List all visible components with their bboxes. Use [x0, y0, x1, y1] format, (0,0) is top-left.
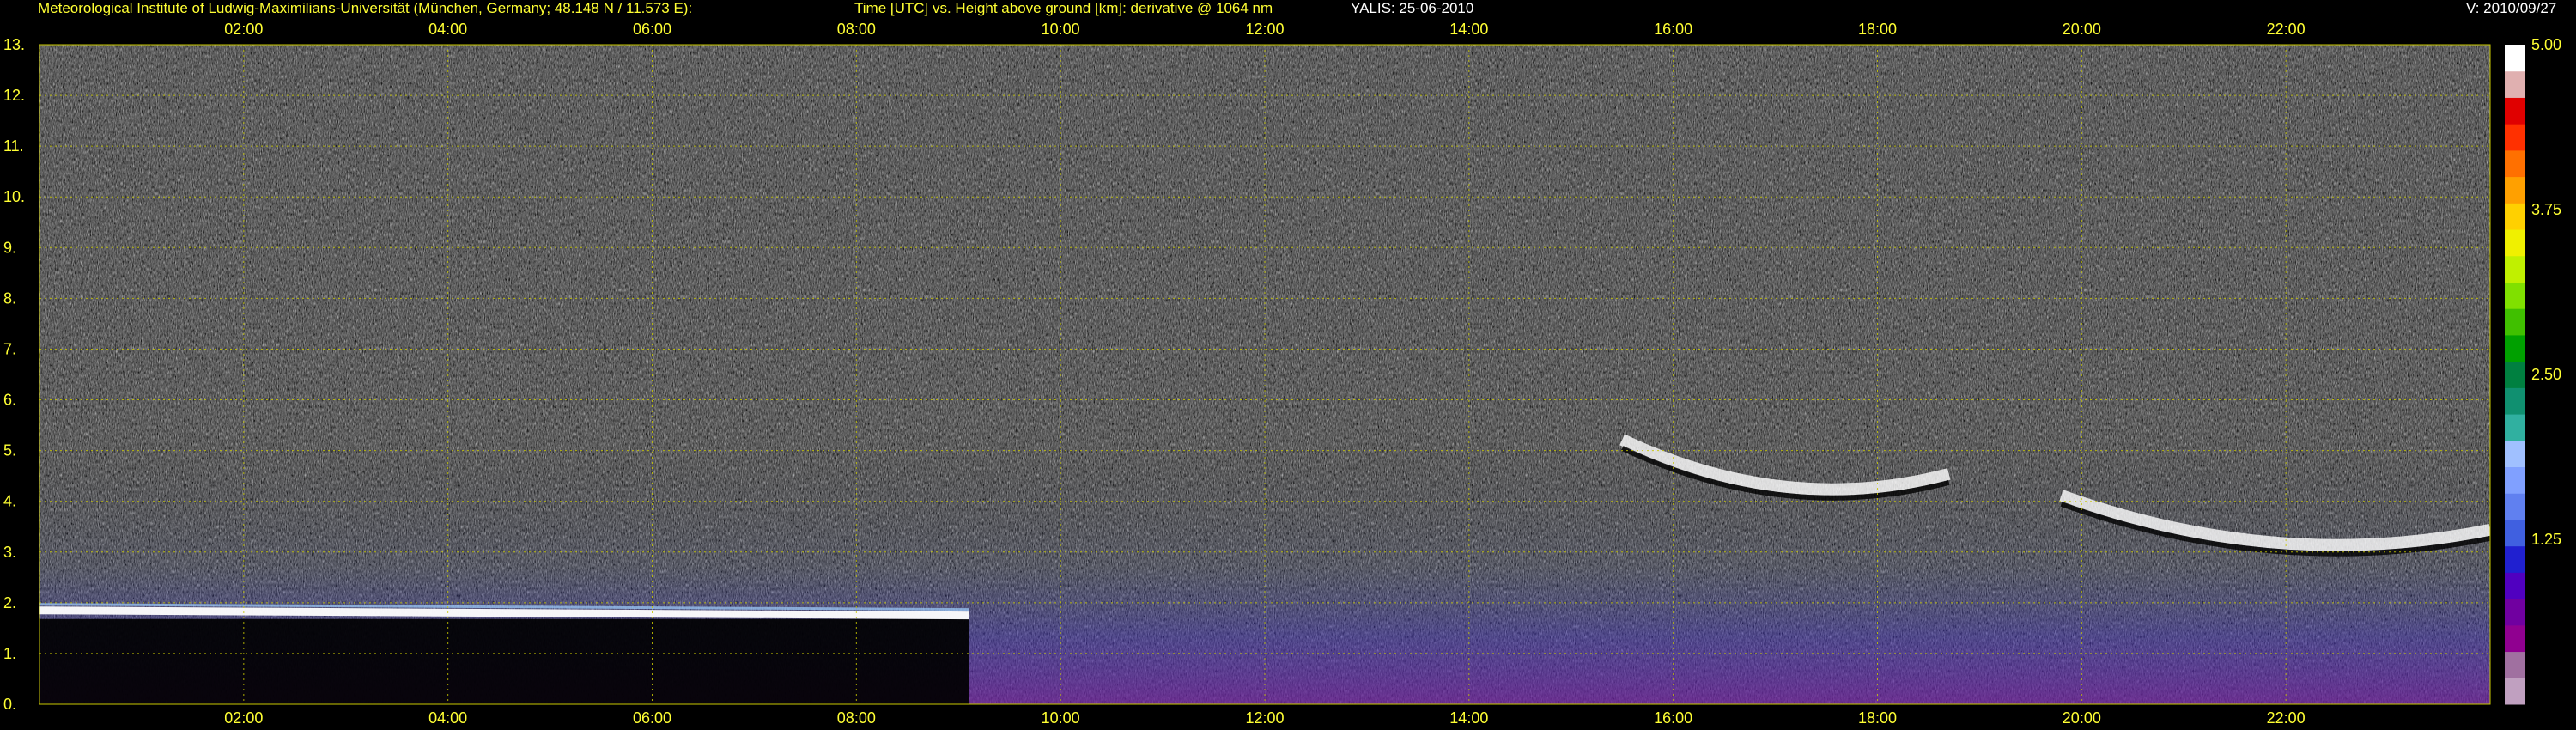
colorbar-segment [2505, 361, 2525, 388]
x-tick-label-top: 06:00 [633, 21, 671, 38]
colorbar-segment [2505, 545, 2525, 573]
x-tick-label-top: 04:00 [428, 21, 467, 38]
x-tick-label-top: 16:00 [1654, 21, 1692, 38]
colorbar-segment [2505, 387, 2525, 415]
colorbar-segment [2505, 440, 2525, 468]
x-tick-label-top: 02:00 [224, 21, 263, 38]
x-tick-label-top: 22:00 [2267, 21, 2306, 38]
colorbar-tick-label: 5.00 [2531, 36, 2561, 53]
colorbar-segment [2505, 466, 2525, 494]
x-tick-label-top: 18:00 [1858, 21, 1897, 38]
x-tick-label-bottom: 20:00 [2063, 709, 2101, 727]
colorbar-tick-label: 1.25 [2531, 531, 2561, 548]
x-tick-label-top: 08:00 [837, 21, 876, 38]
y-tick-labels: 0. 1. 2. 3. 4. 5. 6. 7. 8. 9. 10. 11. 12. 13. [3, 36, 25, 713]
y-tick-label: 6. [3, 392, 16, 409]
x-tick-label-bottom: 02:00 [224, 709, 263, 727]
x-tick-label-bottom: 10:00 [1042, 709, 1080, 727]
colorbar-segment [2505, 334, 2525, 362]
colorbar-segment [2505, 97, 2525, 125]
x-tick-label-bottom: 14:00 [1449, 709, 1488, 727]
colorbar-segment [2505, 203, 2525, 230]
y-tick-label: 12. [3, 87, 25, 104]
x-tick-labels-bottom: 02:00 04:00 06:00 08:00 10:00 12:00 14:00 16:00… [224, 709, 2305, 727]
x-tick-label-bottom: 06:00 [633, 709, 671, 727]
colorbar-segment [2505, 493, 2525, 520]
boundary-layer-top-line [39, 606, 969, 620]
y-tick-label: 3. [3, 544, 16, 561]
boundary-layer-fill [39, 618, 969, 704]
colorbar-segment [2505, 124, 2525, 151]
colorbar-segment [2505, 572, 2525, 599]
colorbar-segment [2505, 519, 2525, 547]
x-tick-label-bottom: 18:00 [1858, 709, 1897, 727]
y-tick-label: 4. [3, 493, 16, 510]
colorbar-segment [2505, 624, 2525, 653]
lidar-chart: 02:00 04:00 06:00 08:00 10:00 12:00 14:00 16:00… [3, 21, 2561, 727]
x-tick-label-top: 20:00 [2063, 21, 2101, 38]
colorbar-segment [2505, 176, 2525, 204]
x-tick-label-bottom: 22:00 [2267, 709, 2306, 727]
x-tick-label-bottom: 08:00 [837, 709, 876, 727]
colorbar-segment [2505, 282, 2525, 309]
colorbar-segment [2505, 45, 2525, 72]
x-tick-labels-top: 02:00 04:00 06:00 08:00 10:00 12:00 14:00 16:00… [224, 21, 2305, 38]
colorbar-segment [2505, 651, 2525, 678]
x-tick-label-bottom: 04:00 [428, 709, 467, 727]
colorbar-tick-label: 3.75 [2531, 201, 2561, 218]
x-tick-label-top: 10:00 [1042, 21, 1080, 38]
x-tick-label-bottom: 12:00 [1245, 709, 1284, 727]
y-tick-label: 1. [3, 645, 16, 662]
y-tick-label: 13. [3, 36, 25, 53]
colorbar-segment [2505, 149, 2525, 178]
x-tick-label-bottom: 16:00 [1654, 709, 1692, 727]
y-tick-label: 7. [3, 340, 16, 357]
y-tick-label: 9. [3, 239, 16, 256]
colorbar-tick-label: 2.50 [2531, 366, 2561, 383]
y-tick-label: 10. [3, 188, 25, 205]
y-tick-label: 8. [3, 289, 16, 307]
colorbar-segment [2505, 308, 2525, 336]
colorbar-segment [2505, 255, 2525, 283]
colorbar: 1.25 2.50 3.75 5.00 [2505, 36, 2561, 705]
colorbar-segment [2505, 414, 2525, 441]
y-tick-label: 11. [3, 137, 24, 155]
colorbar-segment [2505, 678, 2525, 705]
y-tick-label: 5. [3, 442, 16, 459]
x-tick-label-top: 12:00 [1245, 21, 1284, 38]
y-tick-label: 2. [3, 594, 16, 611]
colorbar-segment [2505, 70, 2525, 98]
y-tick-label: 0. [3, 696, 16, 713]
x-tick-label-top: 14:00 [1449, 21, 1488, 38]
colorbar-segment [2505, 599, 2525, 626]
colorbar-segment [2505, 229, 2525, 257]
